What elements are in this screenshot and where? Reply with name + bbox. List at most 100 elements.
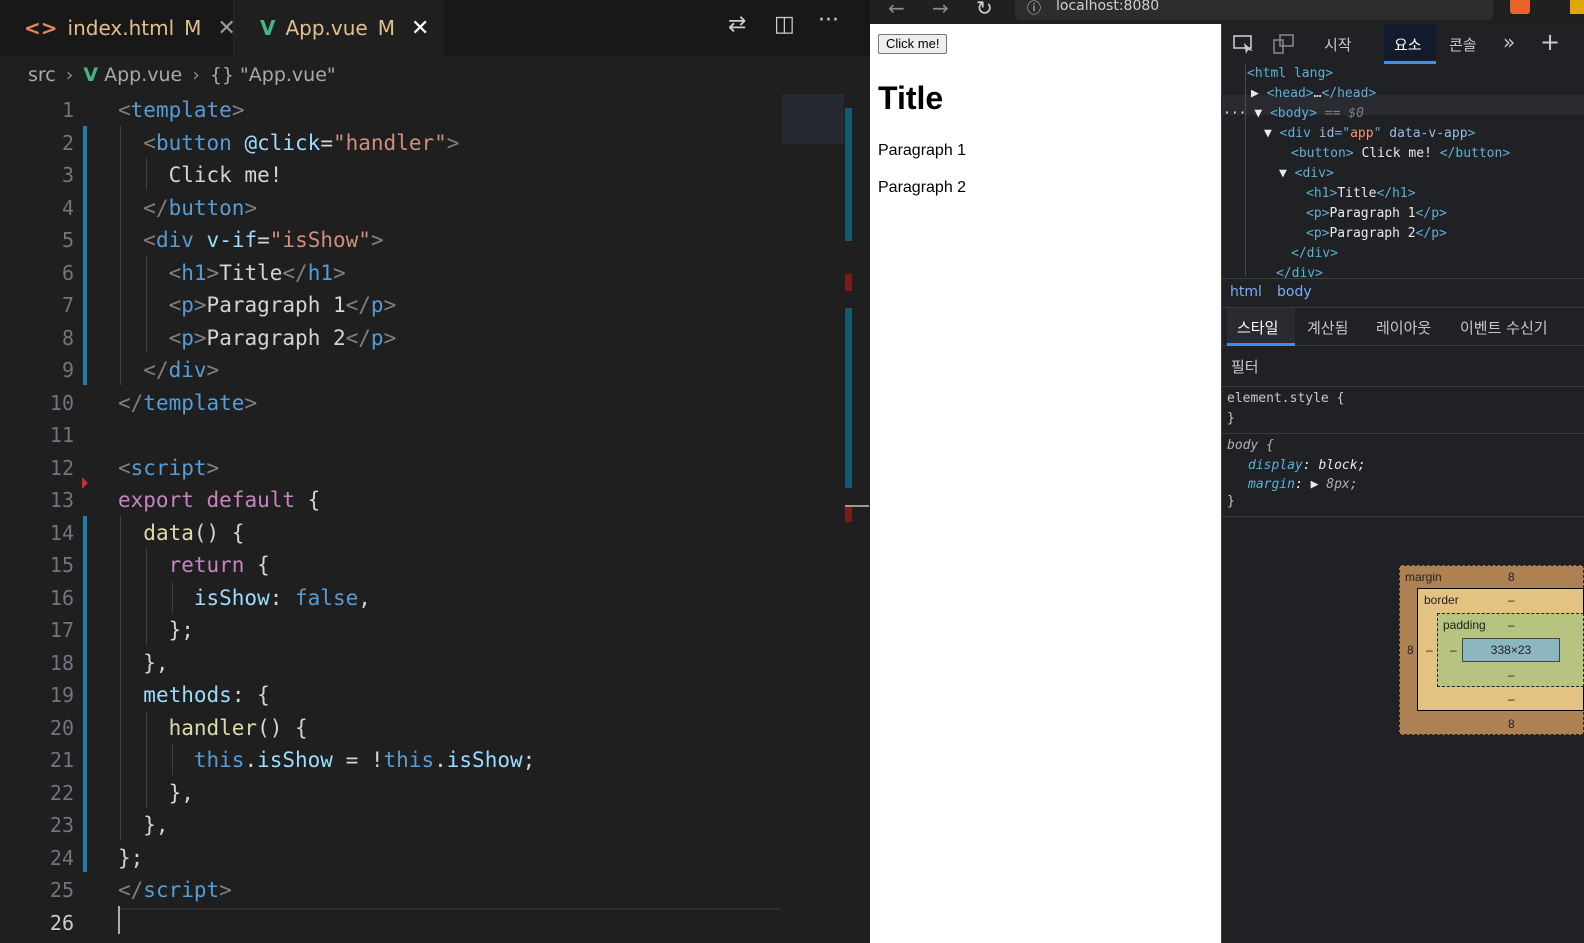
page-title: Title (878, 80, 944, 116)
code-line[interactable]: }; (118, 842, 778, 875)
code-line[interactable]: <template> (118, 94, 778, 127)
breadcrumb-symbol[interactable]: "App.vue" (240, 64, 336, 86)
dom-node-row[interactable]: <h1>Title</h1> (1306, 184, 1416, 204)
code-token: = ! (332, 748, 384, 772)
code-area[interactable]: <template> <button @click="handler"> Cli… (118, 94, 778, 939)
add-tab-icon[interactable]: + (1540, 28, 1560, 56)
code-token: Paragraph 2 (206, 325, 346, 350)
click-me-button[interactable]: Click me! (878, 34, 948, 54)
code-editor[interactable]: <> index.html M ✕ V App.vue M ✕ ⇄ ◫ ··· … (0, 0, 870, 943)
git-deletion-marker[interactable] (82, 477, 88, 489)
code-line[interactable]: this.isShow = !this.isShow; (118, 744, 778, 777)
code-line[interactable]: }; (118, 614, 778, 647)
code-token: </ (345, 325, 371, 350)
close-icon[interactable]: ✕ (411, 16, 429, 41)
more-actions-icon[interactable]: ··· (818, 8, 839, 33)
expand-triangle-icon[interactable]: ▶ (1311, 477, 1327, 492)
margin-bottom-value: 8 (1508, 717, 1515, 731)
code-line[interactable]: <p>Paragraph 1</p> (118, 289, 778, 322)
code-line[interactable]: <script> (118, 452, 778, 485)
code-line[interactable]: }, (118, 777, 778, 810)
code-token: < (143, 130, 156, 155)
tab-layout[interactable]: 레이아웃 (1376, 317, 1431, 338)
browser-viewport[interactable]: Click me! Title Paragraph 1 Paragraph 2 (870, 0, 1221, 943)
paragraph-1: Paragraph 1 (878, 142, 967, 159)
compare-changes-icon[interactable]: ⇄ (728, 12, 746, 37)
code-line[interactable]: }, (118, 647, 778, 680)
style-declaration[interactable]: margin: ▶ 8px; (1248, 477, 1358, 492)
code-line[interactable]: Click me! (118, 159, 778, 192)
tab-start[interactable]: 시작 (1324, 34, 1352, 55)
tab-styles[interactable]: 스타일 (1237, 317, 1278, 338)
dom-node-row[interactable]: ▼ <div> (1279, 164, 1334, 184)
dom-node-row[interactable]: <p>Paragraph 2</p> (1306, 224, 1447, 244)
reload-icon[interactable]: ↻ (976, 0, 993, 20)
tab-elements[interactable]: 요소 (1394, 34, 1422, 55)
body-rule-selector[interactable]: body { (1227, 438, 1274, 453)
dom-node-row[interactable]: <html lang> (1247, 64, 1333, 84)
address-bar[interactable]: ⓘ localhost:8080 (1015, 0, 1493, 20)
browser-toolbar: ← → ↻ ⓘ localhost:8080 (870, 0, 1584, 24)
style-declaration[interactable]: display: block; (1248, 458, 1365, 473)
code-line[interactable]: return { (118, 549, 778, 582)
dom-node-row[interactable]: </div> (1291, 244, 1338, 264)
code-line[interactable]: isShow: false, (118, 582, 778, 615)
minimap[interactable] (782, 94, 844, 144)
tab-event-listeners[interactable]: 이벤트 수신기 (1460, 317, 1548, 338)
git-change-bar[interactable] (83, 126, 87, 385)
line-number: 6 (61, 260, 74, 285)
code-line[interactable]: export default { (118, 484, 778, 517)
back-icon[interactable]: ← (888, 0, 905, 20)
code-line[interactable]: </div> (118, 354, 778, 387)
dom-token: " (1373, 126, 1390, 141)
dom-node-row[interactable]: <p>Paragraph 1</p> (1306, 204, 1447, 224)
divider (1221, 433, 1584, 434)
styles-filter-input[interactable]: 필터 (1231, 356, 1259, 377)
forward-icon[interactable]: → (932, 0, 949, 20)
split-editor-icon[interactable]: ◫ (774, 12, 795, 37)
code-token: export (118, 488, 194, 512)
tab-app-vue[interactable]: V App.vue M ✕ (234, 0, 444, 56)
dom-node-row[interactable]: ▶ <head>…</head> (1251, 84, 1376, 104)
line-number: 26 (49, 910, 74, 935)
dom-node-row[interactable]: ▼ <div id="app" data-v-app> (1264, 124, 1475, 144)
code-line[interactable]: <button @click="handler"> (118, 127, 778, 160)
code-line[interactable]: <h1>Title</h1> (118, 257, 778, 290)
git-change-bar[interactable] (83, 516, 87, 872)
tab-computed[interactable]: 계산됨 (1307, 317, 1348, 338)
url-text[interactable]: localhost:8080 (1056, 0, 1159, 14)
element-style-rule[interactable]: element.style { (1227, 391, 1344, 406)
code-line[interactable]: </template> (118, 387, 778, 420)
code-line[interactable]: </script> (118, 874, 778, 907)
code-line[interactable] (118, 419, 778, 452)
dom-node-row[interactable]: <button> Click me! </button> (1291, 144, 1510, 164)
device-toolbar-icon[interactable] (1273, 34, 1295, 54)
breadcrumb-folder[interactable]: src (28, 64, 56, 86)
more-tabs-icon[interactable]: » (1503, 30, 1515, 54)
dom-node-row[interactable]: ··· ▼ <body> == $0 (1223, 104, 1364, 124)
code-token: p (181, 325, 194, 350)
crumb-html[interactable]: html (1230, 284, 1262, 300)
inspect-element-icon[interactable] (1233, 34, 1255, 54)
code-line[interactable]: <div v-if="isShow"> (118, 224, 778, 257)
tab-console[interactable]: 콘솔 (1449, 34, 1477, 55)
code-line[interactable]: data() { (118, 517, 778, 550)
box-model-content[interactable]: 338×23 (1462, 638, 1560, 662)
code-line[interactable] (118, 907, 778, 940)
dom-token: <p> (1306, 226, 1330, 241)
code-line[interactable]: </button> (118, 192, 778, 225)
tab-index-html[interactable]: <> index.html M ✕ (0, 0, 236, 56)
code-token: </ (118, 878, 144, 902)
crumb-body[interactable]: body (1277, 284, 1312, 300)
code-line[interactable]: methods: { (118, 679, 778, 712)
code-line[interactable]: <p>Paragraph 2</p> (118, 322, 778, 355)
code-line[interactable]: handler() { (118, 712, 778, 745)
code-line[interactable]: }, (118, 809, 778, 842)
extension-icon[interactable] (1570, 0, 1584, 14)
site-info-icon[interactable]: ⓘ (1027, 0, 1041, 18)
extension-icon[interactable] (1510, 0, 1530, 14)
breadcrumb-file[interactable]: App.vue (104, 64, 182, 86)
line-number: 4 (61, 195, 74, 220)
